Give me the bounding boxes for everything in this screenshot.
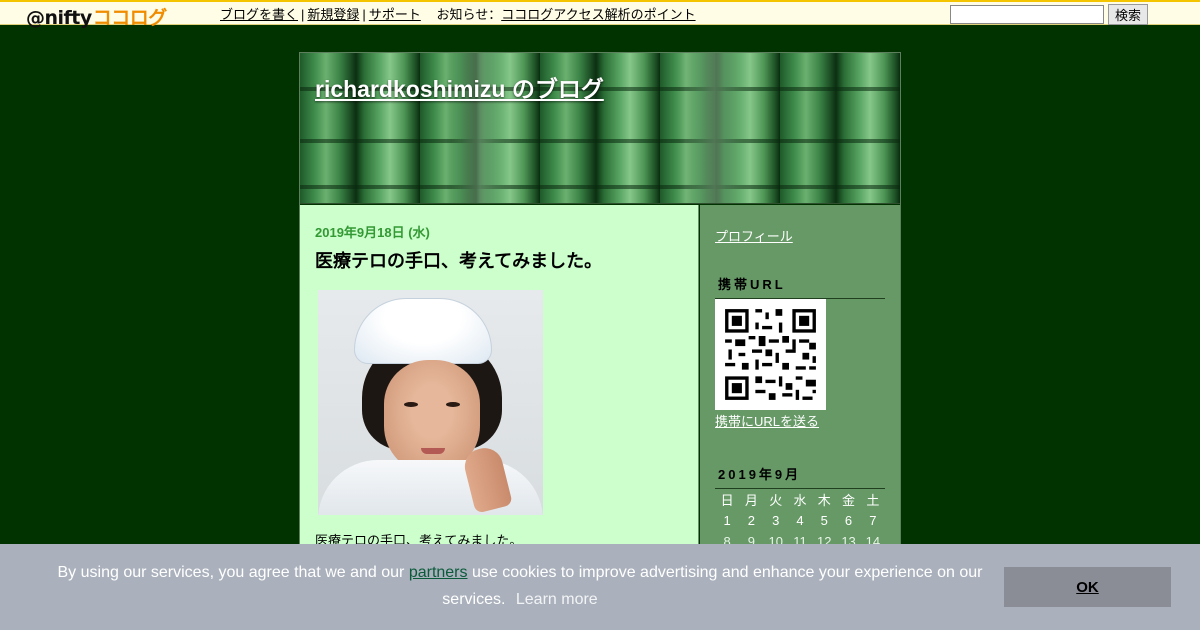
calendar-weekday-row: 日 月 火 水 木 金 土 bbox=[715, 489, 885, 510]
post-title[interactable]: 医療テロの手口、考えてみました。 bbox=[315, 247, 602, 273]
photo-mouth bbox=[421, 448, 445, 454]
link-divider: | bbox=[301, 7, 305, 22]
cookie-message: By using our services, you agree that we… bbox=[40, 559, 1000, 613]
cookie-consent-banner: By using our services, you agree that we… bbox=[0, 544, 1200, 630]
news-item-link[interactable]: ココログアクセス解析のポイント bbox=[501, 7, 695, 22]
top-links: ブログを書く | 新規登録 | サポート お知らせ：ココログアクセス解析のポイント bbox=[220, 4, 696, 23]
weekday-fri: 金 bbox=[842, 493, 856, 508]
logo-nifty-text: @nifty bbox=[26, 7, 92, 29]
send-url-to-mobile-link[interactable]: 携帯にURLを送る bbox=[715, 411, 819, 430]
weekday-sun: 日 bbox=[720, 493, 734, 508]
banner-shine bbox=[680, 53, 750, 203]
weekday-thu: 木 bbox=[817, 493, 831, 508]
news-colon: ： bbox=[488, 7, 502, 22]
photo-nurse-cap bbox=[354, 298, 492, 364]
calendar-day: 5 bbox=[820, 513, 828, 528]
bamboo-node bbox=[300, 139, 900, 143]
photo-uniform bbox=[318, 460, 543, 515]
news-label: お知らせ bbox=[436, 7, 489, 22]
qr-code-icon bbox=[715, 299, 826, 410]
weekday-wed: 水 bbox=[793, 493, 807, 508]
calendar-day: 2 bbox=[747, 513, 756, 528]
photo-eye bbox=[446, 402, 460, 407]
mobile-url-heading: 携帯URL bbox=[715, 274, 885, 299]
calendar-day: 1 bbox=[723, 513, 731, 528]
learn-more-link[interactable]: Learn more bbox=[516, 591, 598, 608]
signup-link[interactable]: 新規登録 bbox=[307, 7, 359, 22]
weekday-mon: 月 bbox=[744, 493, 758, 508]
photo-face bbox=[384, 360, 480, 474]
search-button[interactable]: 検索 bbox=[1108, 4, 1148, 25]
bamboo-header-banner: richardkoshimizu のブログ bbox=[300, 53, 900, 204]
profile-link[interactable]: プロフィール bbox=[715, 226, 793, 245]
calendar-day: 3 bbox=[772, 513, 780, 528]
link-divider: | bbox=[362, 7, 366, 22]
cookie-text-before: By using our services, you agree that we… bbox=[57, 564, 405, 581]
bamboo-node bbox=[300, 185, 900, 189]
calendar-day: 7 bbox=[869, 513, 877, 528]
search-input[interactable] bbox=[950, 5, 1104, 24]
blog-title[interactable]: richardkoshimizu のブログ bbox=[315, 70, 604, 104]
logo-cocolog-text: ココログ bbox=[92, 7, 168, 29]
weekday-sat: 土 bbox=[866, 493, 880, 508]
qr-code bbox=[715, 299, 826, 410]
top-navigation-bar: @nifty ココログ ブログを書く | 新規登録 | サポート お知らせ：ココログアク… bbox=[0, 0, 1200, 29]
calendar-table: 日 月 火 水 木 金 土 1 2 3 4 5 6 7 8 9 10 11 12… bbox=[715, 489, 885, 552]
cookie-ok-button[interactable]: OK bbox=[1004, 567, 1171, 607]
weekday-tue: 火 bbox=[769, 493, 783, 508]
post-date: 2019年9月18日 (水) bbox=[315, 225, 430, 240]
support-link[interactable]: サポート bbox=[369, 7, 421, 22]
calendar-week-row: 1 2 3 4 5 6 7 bbox=[715, 510, 885, 531]
calendar-day: 4 bbox=[796, 513, 804, 528]
post-image[interactable] bbox=[318, 290, 543, 515]
partners-link[interactable]: partners bbox=[409, 564, 468, 581]
calendar-day: 6 bbox=[844, 513, 853, 528]
calendar-heading: 2019年9月 bbox=[715, 464, 885, 489]
nifty-cocolog-logo[interactable]: @nifty ココログ bbox=[26, 3, 167, 29]
write-blog-link[interactable]: ブログを書く bbox=[220, 7, 298, 22]
photo-eye bbox=[404, 402, 418, 407]
